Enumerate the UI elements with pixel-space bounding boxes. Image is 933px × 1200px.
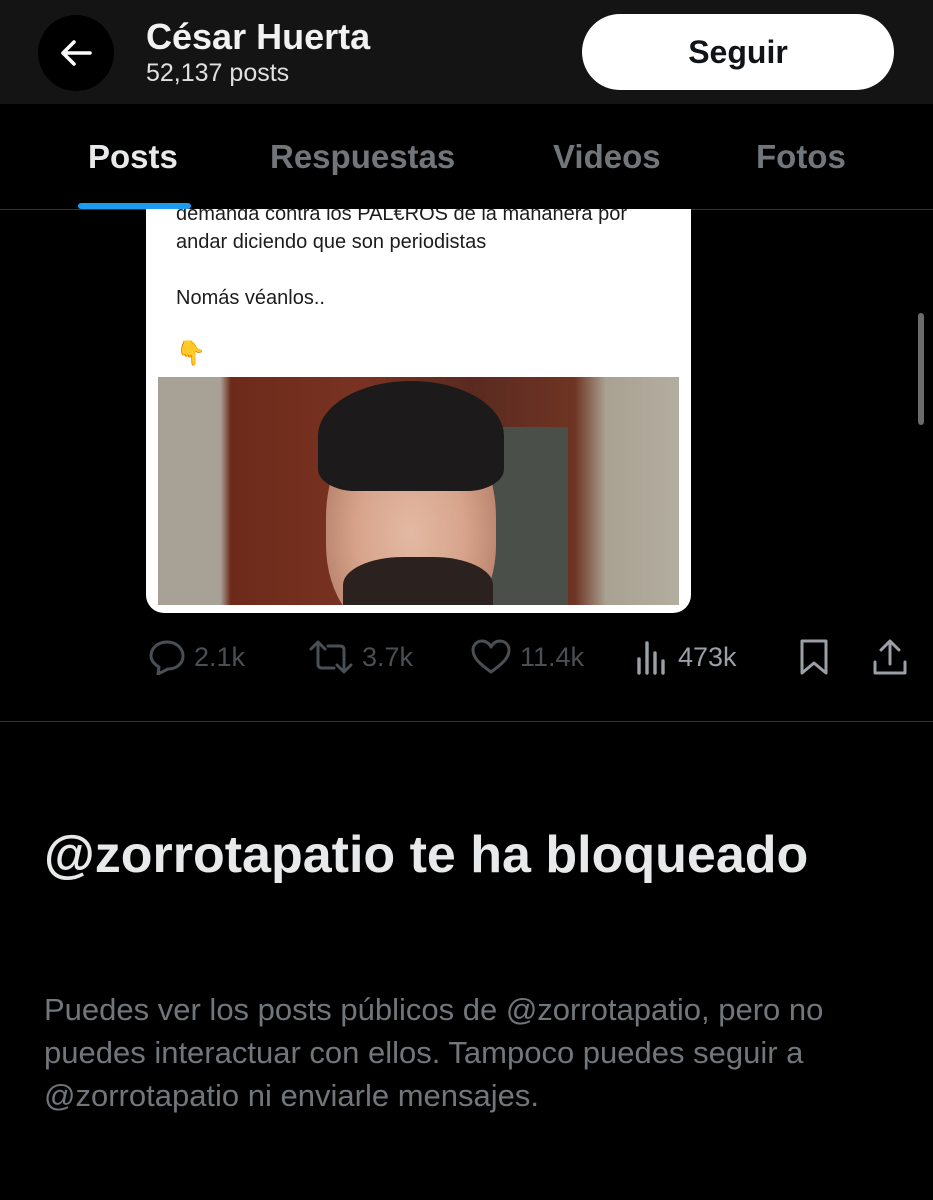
- reply-button[interactable]: 2.1k: [148, 630, 245, 684]
- embedded-photo: [158, 377, 679, 605]
- pointing-down-icon: 👇: [176, 340, 206, 367]
- share-icon: [873, 639, 907, 675]
- share-button[interactable]: [872, 630, 908, 684]
- heart-icon: [471, 639, 511, 674]
- repost-icon: [309, 640, 353, 674]
- like-count: 11.4k: [520, 641, 585, 672]
- back-button[interactable]: [38, 15, 114, 91]
- reply-count: 2.1k: [194, 641, 246, 672]
- analytics-icon: [637, 641, 665, 675]
- repost-button[interactable]: 3.7k: [308, 630, 413, 684]
- bookmark-button[interactable]: [798, 630, 830, 684]
- repost-count: 3.7k: [362, 641, 414, 672]
- tab-fotos[interactable]: Fotos: [756, 138, 846, 176]
- post-media[interactable]: demanda contra los PAL€ROS de la mañaner…: [146, 209, 691, 613]
- reply-icon: [149, 640, 185, 675]
- profile-name: César Huerta: [146, 16, 371, 57]
- profile-tabs: Posts Respuestas Videos Fotos: [0, 104, 933, 210]
- photo-hair: [318, 381, 504, 491]
- post-action-bar: 2.1k 3.7k 11.4k 473k: [0, 630, 933, 684]
- scrollbar[interactable]: [918, 313, 924, 425]
- tab-posts[interactable]: Posts: [88, 138, 178, 176]
- post-divider: [0, 721, 933, 722]
- post-count: 52,137 posts: [146, 59, 290, 87]
- embedded-text-line: demanda contra los PAL€ROS de la mañaner…: [176, 209, 628, 225]
- photo-beard: [343, 557, 493, 605]
- tab-videos[interactable]: Videos: [553, 138, 661, 176]
- profile-title-block: César Huerta 52,137 posts: [146, 16, 370, 88]
- blocked-description: Puedes ver los posts públicos de @zorrot…: [44, 992, 824, 1113]
- view-count: 473k: [678, 641, 737, 672]
- embedded-text-line: Nomás véanlos..: [176, 287, 325, 309]
- arrow-left-icon: [61, 40, 92, 66]
- blocked-title: @zorrotapatio te ha bloqueado: [44, 826, 809, 884]
- embedded-text-line: andar diciendo que son periodistas: [176, 231, 487, 253]
- profile-header: César Huerta 52,137 posts Seguir: [0, 0, 933, 104]
- like-button[interactable]: 11.4k: [470, 630, 584, 684]
- tab-respuestas[interactable]: Respuestas: [270, 138, 455, 176]
- views-button[interactable]: 473k: [636, 630, 737, 684]
- bookmark-icon: [800, 639, 828, 675]
- follow-button[interactable]: Seguir: [582, 14, 894, 90]
